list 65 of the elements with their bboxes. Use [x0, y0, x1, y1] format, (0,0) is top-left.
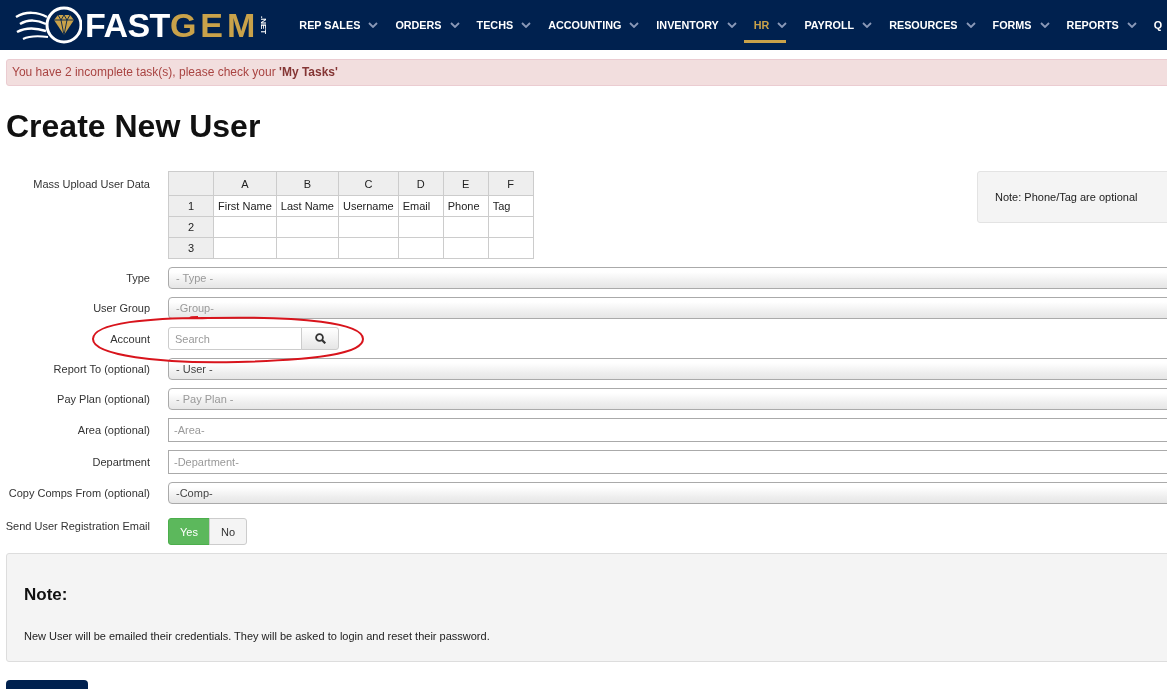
- grid-cell[interactable]: [443, 237, 489, 259]
- field-label: Account: [109, 331, 150, 346]
- nav-menu-item[interactable]: INVENTORY: [646, 0, 744, 50]
- grid-cell[interactable]: [398, 237, 444, 259]
- column-header: E: [443, 171, 489, 196]
- field-label: Report To (optional): [52, 362, 150, 376]
- nav-menu-item[interactable]: Q: [1143, 0, 1167, 50]
- field-label: Send User Registration Email: [4, 519, 150, 533]
- grid-cell[interactable]: [213, 237, 277, 259]
- input-field[interactable]: -Area-: [168, 418, 1167, 442]
- grid-cell[interactable]: [338, 237, 399, 259]
- grid-cell[interactable]: Last Name: [276, 195, 339, 217]
- grid-cell[interactable]: [398, 216, 444, 238]
- row-header: 2: [168, 216, 214, 238]
- search-icon: [314, 333, 326, 344]
- corner-cell: [168, 171, 214, 196]
- column-header: D: [398, 171, 444, 196]
- row-header: 1: [168, 195, 214, 217]
- search-button[interactable]: [301, 327, 339, 350]
- grid-cell[interactable]: Username: [338, 195, 399, 217]
- nav-menu-item[interactable]: ACCOUNTING: [538, 0, 647, 50]
- grid-cell[interactable]: Tag: [488, 195, 534, 217]
- toggle-option[interactable]: No: [208, 518, 247, 545]
- logo-suffix: .NET: [259, 15, 269, 35]
- column-header: B: [276, 171, 339, 196]
- grid-cell[interactable]: [488, 216, 534, 238]
- dropdown-field[interactable]: - User -: [168, 358, 1167, 380]
- nav-menu-item[interactable]: HR: [743, 0, 795, 50]
- field-label: Type: [125, 271, 150, 285]
- grid-cell[interactable]: First Name: [213, 195, 277, 217]
- column-header: C: [338, 171, 399, 196]
- grid-cell[interactable]: [338, 216, 399, 238]
- info-note: Note: Phone/Tag are optional: [977, 171, 1167, 223]
- field-label: Department: [91, 455, 150, 469]
- page-title: Create New User: [6, 109, 262, 144]
- field-label: Mass Upload User Data: [32, 177, 150, 191]
- alert-message: You have 2 incomplete task(s), please check your 'My Tasks': [6, 59, 1167, 86]
- grid-cell[interactable]: [488, 237, 534, 259]
- field-label: Copy Comps From (optional): [7, 486, 150, 500]
- note-text: New User will be emailed their credentials. They will be asked to login and reset their password.: [24, 629, 491, 643]
- grid-cell[interactable]: [276, 216, 339, 238]
- field-label: Area (optional): [76, 423, 150, 437]
- nav-menu-item[interactable]: RESOURCES: [879, 0, 983, 50]
- dropdown-field[interactable]: -Comp-: [168, 482, 1167, 504]
- row-header: 3: [168, 237, 214, 259]
- diamond-emblem-icon: [14, 5, 82, 45]
- grid-cell[interactable]: [276, 237, 339, 259]
- nav-menu-item[interactable]: ORDERS: [385, 0, 467, 50]
- nav-menu-item[interactable]: TECHS: [466, 0, 539, 50]
- grid-cell[interactable]: Email: [398, 195, 444, 217]
- nav-menu-item[interactable]: REPORTS: [1056, 0, 1144, 50]
- column-header: F: [488, 171, 534, 196]
- logo-wordmark: FASTGEM: [85, 7, 260, 43]
- nav-menu-item[interactable]: FORMS: [982, 0, 1057, 50]
- column-header: A: [213, 171, 277, 196]
- field-label: User Group: [92, 301, 150, 315]
- grid-cell[interactable]: Phone: [443, 195, 489, 217]
- input-field[interactable]: -Department-: [168, 450, 1167, 474]
- nav-menu-item[interactable]: PAYROLL: [794, 0, 880, 50]
- grid-cell[interactable]: [213, 216, 277, 238]
- note-title: Note:: [24, 584, 69, 606]
- nav-menu-item[interactable]: REP SALES: [289, 0, 386, 50]
- grid-cell[interactable]: [443, 216, 489, 238]
- search-field[interactable]: Search: [168, 327, 302, 350]
- field-label: Pay Plan (optional): [56, 392, 150, 406]
